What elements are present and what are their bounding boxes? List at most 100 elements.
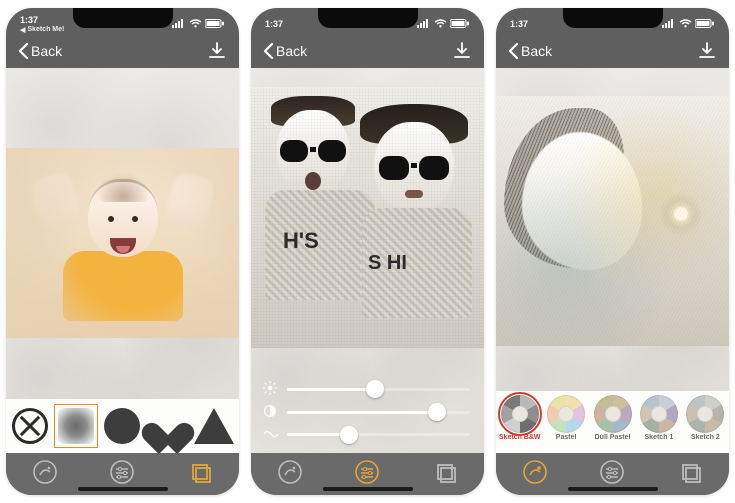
slider-thumb[interactable] [428, 403, 446, 421]
slider-wave[interactable] [287, 424, 470, 445]
crop-tool-button[interactable] [675, 457, 705, 487]
photo-subject-child [63, 179, 183, 329]
download-icon [207, 41, 227, 61]
adjust-tool-button[interactable] [107, 457, 137, 487]
download-button[interactable] [207, 41, 227, 61]
home-indicator[interactable] [323, 487, 413, 491]
photo-subject-couple [251, 86, 484, 348]
editor-canvas[interactable]: Sketch B&W Pastel Dull Pastel Sketch 1 Sketc… [496, 68, 729, 453]
back-label: Back [521, 43, 552, 59]
effects-tool-button[interactable] [275, 457, 305, 487]
wifi-icon [679, 19, 692, 30]
crop-tool-button[interactable] [430, 457, 460, 487]
status-bar: 1:37 [251, 8, 484, 34]
return-to-app[interactable]: ◀ Sketch Me! [20, 26, 64, 34]
back-button[interactable]: Back [508, 43, 552, 59]
back-button[interactable]: Back [18, 43, 62, 59]
slider-thumb[interactable] [366, 380, 384, 398]
wave-icon [263, 426, 279, 444]
phone-screenshot-2: 1:37 Back [251, 8, 484, 495]
slider-track [287, 433, 470, 436]
battery-icon [450, 19, 470, 30]
slider-track [287, 388, 470, 391]
effect-option-sketch-2[interactable]: Sketch 2 [684, 395, 727, 441]
effect-label: Pastel [556, 434, 577, 441]
effect-label: Sketch 2 [691, 434, 720, 441]
adjust-sliders-panel [251, 373, 484, 453]
editor-canvas[interactable] [6, 68, 239, 453]
wifi-icon [189, 19, 202, 30]
signal-icon [172, 19, 186, 30]
effect-option-pastel[interactable]: Pastel [544, 395, 587, 441]
effect-option-dull-pastel[interactable]: Dull Pastel [591, 395, 634, 441]
color-wheel-icon [594, 395, 632, 433]
status-time: 1:37 [510, 19, 528, 29]
triangle-icon [194, 408, 234, 444]
blur-square-icon [58, 408, 94, 444]
adjust-tool-button[interactable] [352, 457, 382, 487]
home-indicator[interactable] [78, 487, 168, 491]
sliders-icon [599, 459, 625, 485]
shape-option-triangle[interactable] [192, 404, 236, 448]
effect-label: Sketch 1 [645, 434, 674, 441]
slider-contrast[interactable] [287, 402, 470, 423]
effects-icon [277, 459, 303, 485]
battery-icon [205, 19, 225, 30]
shape-option-heart[interactable] [146, 404, 190, 448]
slider-brightness[interactable] [287, 379, 470, 400]
phone-screenshot-3: 1:37 Back Sketch B&WPastelDull PastelSke… [496, 8, 729, 495]
effects-tool-button[interactable] [30, 457, 60, 487]
shape-option-none[interactable] [8, 404, 52, 448]
home-indicator[interactable] [568, 487, 658, 491]
editor-canvas[interactable] [251, 68, 484, 453]
chevron-left-icon [18, 43, 29, 59]
nav-bar: Back [496, 34, 729, 68]
chevron-left-icon [508, 43, 519, 59]
x-circle-icon [12, 408, 48, 444]
battery-icon [695, 19, 715, 30]
slider-thumb[interactable] [340, 426, 358, 444]
heart-icon [150, 410, 186, 442]
effects-icon [32, 459, 58, 485]
edited-photo [6, 148, 239, 338]
back-label: Back [276, 43, 307, 59]
shape-option-square-blur[interactable] [54, 404, 98, 448]
crop-icon [432, 459, 458, 485]
effects-icon [522, 459, 548, 485]
crop-icon [187, 459, 213, 485]
back-button[interactable]: Back [263, 43, 307, 59]
effect-option-sketch-b-w[interactable]: Sketch B&W [498, 395, 541, 441]
status-bar: 1:37 [496, 8, 729, 34]
crop-tool-button[interactable] [185, 457, 215, 487]
circle-icon [104, 408, 140, 444]
color-wheel-icon [686, 395, 724, 433]
wifi-icon [434, 19, 447, 30]
signal-icon [417, 19, 431, 30]
effects-tool-button[interactable] [520, 457, 550, 487]
sliders-icon [354, 459, 380, 485]
effect-option-sketch-1[interactable]: Sketch 1 [637, 395, 680, 441]
color-wheel-icon [501, 395, 539, 433]
shape-option-circle[interactable] [100, 404, 144, 448]
sliders-icon [109, 459, 135, 485]
chevron-left-icon [263, 43, 274, 59]
slider-track [287, 411, 470, 414]
edited-photo [251, 86, 484, 348]
phone-screenshot-1: 1:37 ◀ Sketch Me! Back [6, 8, 239, 495]
photo-subject-profile [496, 96, 729, 346]
edited-photo [496, 96, 729, 346]
brightness-icon [263, 381, 277, 400]
download-button[interactable] [452, 41, 472, 61]
effect-label: Dull Pastel [595, 434, 631, 441]
adjust-tool-button[interactable] [597, 457, 627, 487]
download-icon [452, 41, 472, 61]
effect-picker: Sketch B&W Pastel Dull Pastel Sketch 1 Sketc… [496, 391, 729, 453]
download-button[interactable] [697, 41, 717, 61]
shape-mask-picker [6, 399, 239, 453]
nav-bar: Back [6, 34, 239, 68]
status-time: 1:37 [265, 19, 283, 29]
effect-label: Sketch B&W [499, 434, 541, 441]
color-wheel-icon [547, 395, 585, 433]
color-wheel-icon [640, 395, 678, 433]
status-time: 1:37 [20, 15, 64, 25]
